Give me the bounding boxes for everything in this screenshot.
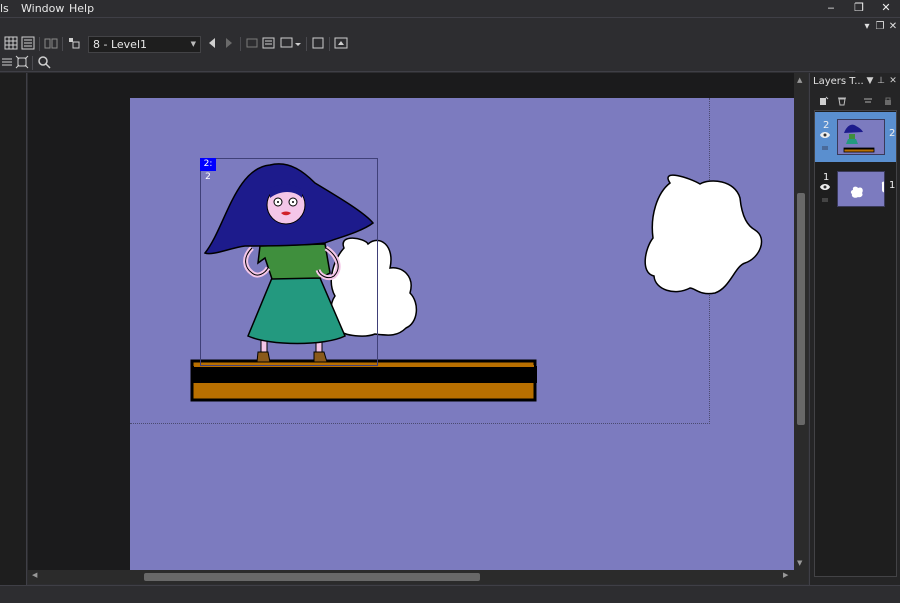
layers-toolbar <box>814 95 900 111</box>
layer-list: 2 2 1 1 <box>814 110 897 577</box>
square-icon[interactable] <box>310 36 326 52</box>
next-arrow-icon[interactable] <box>221 36 237 52</box>
status-bar <box>0 585 900 603</box>
layer-number: 1 <box>823 172 830 183</box>
scrollbar-corner <box>794 570 808 584</box>
eye-icon[interactable] <box>820 183 830 194</box>
close-button[interactable]: ✕ <box>872 0 900 18</box>
minimize-button[interactable]: ‒ <box>817 0 845 18</box>
restore-button[interactable]: ❐ <box>845 0 873 18</box>
app-window: ls Window Help ‒ ❐ ✕ ▾ ❐ ✕ 8 - Level1 ▼ <box>0 0 900 603</box>
layers-panel: Layers T... ▼ ⊥ ✕ 2 2 1 1 <box>809 73 900 585</box>
merge-layer-icon[interactable] <box>862 96 874 109</box>
left-dock-panel <box>0 73 27 585</box>
menu-window[interactable]: Window <box>21 2 64 15</box>
menu-help[interactable]: Help <box>69 2 94 15</box>
delete-layer-icon[interactable] <box>836 96 848 109</box>
panel-pin-icon[interactable]: ⊥ <box>876 76 886 86</box>
chevron-down-icon: ▼ <box>190 40 196 48</box>
frame-list-icon[interactable] <box>261 36 277 52</box>
toolbar-separator <box>62 37 63 51</box>
toolbar-separator <box>240 37 241 51</box>
level-select-value: 8 - Level1 <box>93 38 147 51</box>
horizontal-scrollbar[interactable]: ◀ ▶ <box>28 570 794 584</box>
toolbar-separator <box>32 56 33 70</box>
layer-thumbnail <box>837 119 885 155</box>
search-icon[interactable] <box>36 55 52 71</box>
new-layer-icon[interactable] <box>818 96 830 109</box>
layer-number: 2 <box>823 120 830 131</box>
prev-arrow-icon[interactable] <box>204 36 220 52</box>
menu-tools[interactable]: ls <box>0 2 9 15</box>
layer-row-2[interactable]: 2 2 <box>815 112 896 162</box>
layer-thumbnail <box>837 171 885 207</box>
layers-panel-title: Layers T... <box>813 76 864 87</box>
horizontal-scroll-thumb[interactable] <box>144 573 480 581</box>
layer-lock-icon[interactable] <box>822 195 828 204</box>
toolbar-separator <box>39 37 40 51</box>
menu-bar: ls Window Help ‒ ❐ ✕ <box>0 0 900 18</box>
layer-lock-icon[interactable] <box>822 143 828 152</box>
platform-stripe <box>192 366 537 383</box>
layer-trail: 2 <box>889 128 896 139</box>
lock-icon[interactable] <box>882 96 894 109</box>
vertical-scrollbar[interactable]: ▲ ▼ <box>794 73 808 570</box>
export-icon[interactable] <box>333 36 349 52</box>
selection-tag: 2: 2 <box>200 158 216 182</box>
selection-box[interactable] <box>200 158 378 366</box>
secondary-toolbar <box>0 54 855 72</box>
scroll-down-icon[interactable]: ▼ <box>797 559 802 567</box>
scroll-right-icon[interactable]: ▶ <box>783 571 788 579</box>
panel-menu-icon[interactable]: ▼ <box>865 76 875 86</box>
doc-close-icon[interactable]: ✕ <box>886 20 900 34</box>
tag-icon[interactable] <box>66 36 82 52</box>
scroll-up-icon[interactable]: ▲ <box>797 76 802 84</box>
doc-restore-icon[interactable]: ❐ <box>873 20 887 34</box>
doc-menu-icon[interactable]: ▾ <box>860 20 874 34</box>
fit-icon[interactable] <box>14 55 30 71</box>
grid-view-icon[interactable] <box>3 36 19 52</box>
rectangle-select-icon[interactable] <box>280 36 302 52</box>
scene-viewport[interactable]: 2: 2 <box>28 73 794 570</box>
eye-icon[interactable] <box>820 131 830 142</box>
stage-canvas[interactable]: 2: 2 <box>130 98 794 570</box>
level-select[interactable]: 8 - Level1 ▼ <box>88 36 201 53</box>
layer-row-1[interactable]: 1 1 <box>815 164 896 214</box>
main-toolbar: 8 - Level1 ▼ <box>0 34 855 54</box>
layer-trail: 1 <box>889 180 896 191</box>
cloud-right <box>644 174 763 295</box>
panel-close-icon[interactable]: ✕ <box>888 76 898 86</box>
toolbar-separator <box>329 37 330 51</box>
frame-icon[interactable] <box>244 36 260 52</box>
vertical-scroll-thumb[interactable] <box>797 193 805 425</box>
book-icon[interactable] <box>43 36 59 52</box>
list-view-icon[interactable] <box>20 36 36 52</box>
toolbar-separator <box>306 37 307 51</box>
scroll-left-icon[interactable]: ◀ <box>32 571 37 579</box>
